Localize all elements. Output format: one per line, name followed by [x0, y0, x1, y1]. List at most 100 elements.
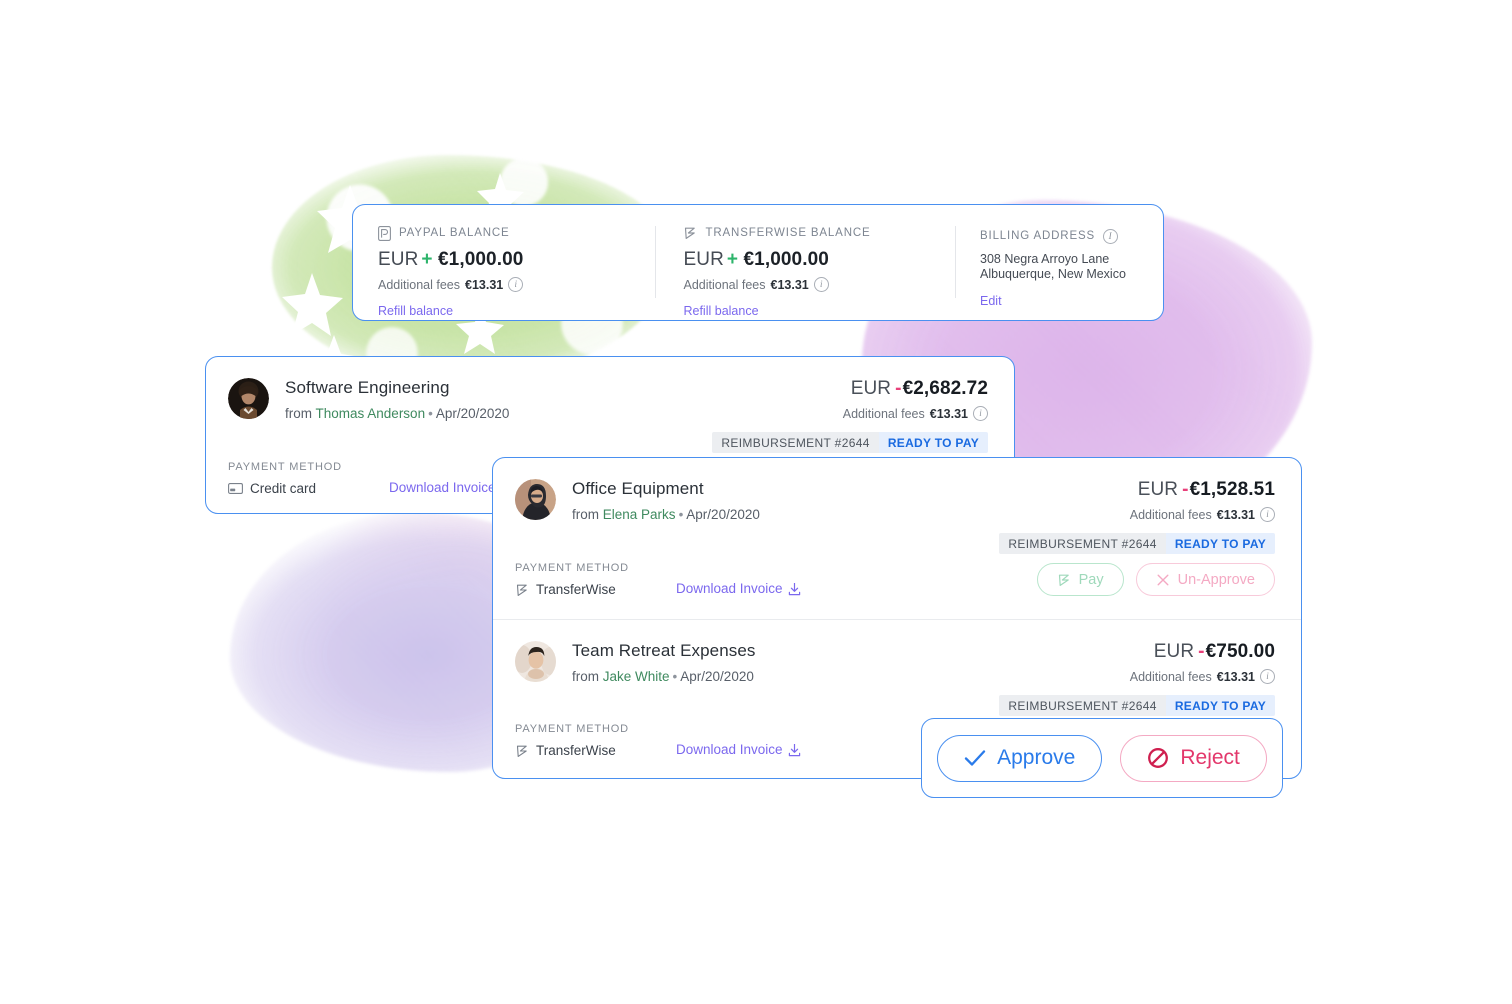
download-invoice-label: Download Invoice [675, 742, 783, 757]
avatar [515, 641, 556, 682]
paypal-balance-label: PAYPAL BALANCE [399, 227, 510, 239]
paypal-amount-value: €1,000.00 [438, 249, 524, 270]
expense-submitter: from Thomas Anderson • Apr/20/2020 [285, 406, 509, 421]
fees-value: €13.31 [929, 406, 968, 421]
status-badge: REIMBURSEMENT #2644 READY TO PAY [999, 533, 1275, 554]
approve-button-label: Approve [997, 746, 1076, 769]
ready-to-pay-badge: READY TO PAY [1165, 533, 1275, 554]
download-invoice-link[interactable]: Download Invoice [676, 742, 801, 758]
amount-sign: - [1182, 479, 1189, 500]
expense-row: Office Equipment from Elena Parks • Apr/20… [493, 458, 1301, 619]
payment-method-value: TransferWise [515, 743, 629, 758]
avatar [228, 378, 269, 419]
pay-button[interactable]: Pay [1036, 563, 1124, 596]
check-icon [964, 748, 986, 768]
payment-method-name: TransferWise [536, 743, 616, 758]
ready-to-pay-badge: READY TO PAY [1165, 695, 1275, 716]
refill-balance-paypal-link[interactable]: Refill balance [378, 304, 655, 318]
approve-button[interactable]: Approve [937, 734, 1103, 782]
paypal-additional-fees: Additional fees €13.31 i [378, 277, 655, 292]
reject-button-label: Reject [1180, 746, 1240, 769]
transferwise-balance-amount: EUR + €1,000.00 [683, 249, 955, 271]
transferwise-icon [1057, 573, 1071, 587]
info-icon[interactable]: i [1260, 507, 1275, 522]
reject-button[interactable]: Reject [1120, 734, 1267, 782]
status-badge: REIMBURSEMENT #2644 READY TO PAY [712, 432, 988, 453]
transferwise-fees-label: Additional fees [683, 277, 766, 292]
transferwise-additional-fees: Additional fees €13.31 i [683, 277, 955, 292]
expense-submitter: from Jake White • Apr/20/2020 [572, 669, 756, 684]
expense-submitter: from Elena Parks • Apr/20/2020 [572, 507, 760, 522]
info-icon[interactable]: i [508, 277, 524, 292]
billing-address-column: BILLING ADDRESS i 308 Negra Arroyo Lane … [956, 205, 1163, 320]
paypal-fees-label: Additional fees [378, 277, 461, 292]
transferwise-icon [683, 226, 697, 240]
info-icon[interactable]: i [1260, 669, 1275, 684]
separator-dot: • [428, 406, 433, 421]
paypal-icon [378, 225, 391, 241]
paypal-balance-amount: EUR + €1,000.00 [378, 249, 655, 271]
info-icon[interactable]: i [813, 277, 829, 292]
status-badge: REIMBURSEMENT #2644 READY TO PAY [999, 695, 1275, 716]
payment-method-value: TransferWise [515, 582, 629, 597]
balance-card: PAYPAL BALANCE EUR + €1,000.00 Additional… [352, 204, 1164, 321]
expense-additional-fees: Additional fees €13.31 i [712, 406, 988, 421]
transferwise-amount-value: €1,000.00 [743, 249, 829, 270]
download-icon [788, 743, 801, 757]
from-label: from [285, 406, 312, 421]
amount-currency: EUR [850, 378, 892, 399]
expense-date: Apr/20/2020 [435, 406, 510, 421]
fees-value: €13.31 [1216, 507, 1255, 522]
ready-to-pay-badge: READY TO PAY [878, 432, 988, 453]
download-invoice-label: Download Invoice [388, 480, 496, 495]
block-icon [1147, 747, 1169, 769]
payment-method-name: Credit card [250, 481, 317, 496]
transferwise-balance-header: TRANSFERWISE BALANCE [683, 226, 955, 240]
billing-address-line2: Albuquerque, New Mexico [980, 267, 1126, 281]
amount-sign: - [1198, 641, 1205, 662]
submitter-name[interactable]: Elena Parks [603, 507, 676, 522]
un-approve-button[interactable]: Un-Approve [1135, 563, 1275, 596]
fees-value: €13.31 [1216, 669, 1255, 684]
amount-currency: EUR [1153, 641, 1195, 662]
expense-amount: EUR -€2,682.72 [712, 378, 988, 400]
fees-label: Additional fees [1129, 507, 1212, 522]
paypal-fees-value: €13.31 [465, 277, 504, 292]
expense-title: Team Retreat Expenses [572, 641, 756, 660]
approve-reject-panel: Approve Reject [921, 718, 1283, 798]
from-label: from [572, 507, 599, 522]
amount-currency: EUR [1137, 479, 1179, 500]
credit-card-icon [228, 483, 243, 494]
transferwise-balance-label: TRANSFERWISE BALANCE [705, 227, 871, 239]
billing-address-edit-link[interactable]: Edit [980, 294, 1163, 308]
payment-method-label: PAYMENT METHOD [515, 723, 629, 735]
payment-method-label: PAYMENT METHOD [515, 562, 629, 574]
transferwise-currency: EUR [683, 249, 724, 270]
separator-dot: • [678, 507, 684, 522]
paypal-sign: + [421, 249, 433, 270]
submitter-name[interactable]: Thomas Anderson [316, 406, 426, 421]
separator-dot: • [672, 669, 678, 684]
expense-title: Software Engineering [285, 378, 450, 397]
avatar [515, 479, 556, 520]
un-approve-button-label: Un-Approve [1177, 571, 1255, 588]
download-invoice-link[interactable]: Download Invoice [676, 581, 801, 597]
info-icon[interactable]: i [973, 406, 988, 421]
paypal-currency: EUR [378, 249, 419, 270]
from-label: from [572, 669, 599, 684]
transferwise-fees-value: €13.31 [770, 277, 809, 292]
info-icon[interactable]: i [1103, 228, 1119, 244]
fees-label: Additional fees [842, 406, 925, 421]
expense-amount: EUR -€1,528.51 [999, 479, 1275, 501]
reimbursement-badge: REIMBURSEMENT #2644 [712, 432, 879, 453]
pay-button-label: Pay [1078, 571, 1104, 588]
transferwise-icon [515, 583, 529, 597]
refill-balance-transferwise-link[interactable]: Refill balance [683, 304, 955, 318]
submitter-name[interactable]: Jake White [603, 669, 670, 684]
reimbursement-badge: REIMBURSEMENT #2644 [999, 695, 1166, 716]
payment-method-label: PAYMENT METHOD [228, 461, 342, 473]
expense-date: Apr/20/2020 [686, 507, 760, 522]
expense-title: Office Equipment [572, 479, 704, 498]
payment-method-value: Credit card [228, 481, 342, 496]
transferwise-icon [515, 744, 529, 758]
